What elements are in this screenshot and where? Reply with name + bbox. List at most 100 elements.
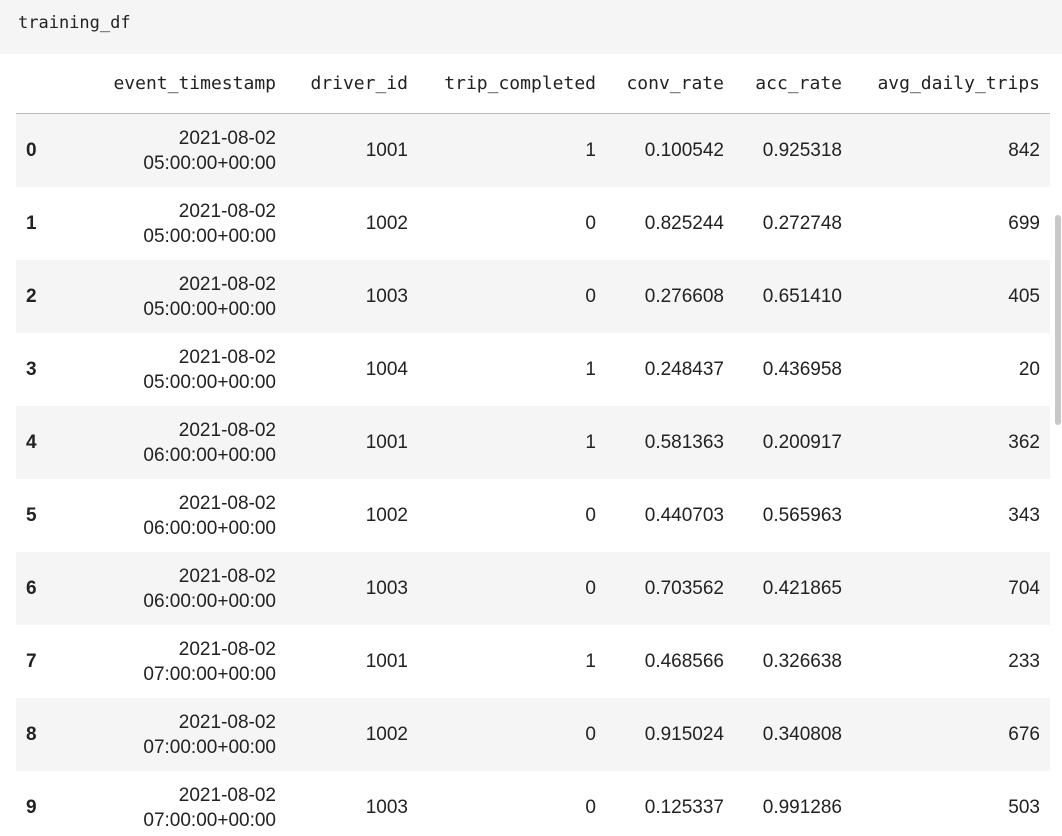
timestamp-date: 2021-08-02 xyxy=(178,565,276,587)
trip-completed-cell: 0 xyxy=(418,260,606,333)
row-index: 2 xyxy=(16,260,78,333)
avg-daily-trips-cell: 842 xyxy=(852,113,1050,187)
conv-rate-cell: 0.276608 xyxy=(606,260,734,333)
avg-daily-trips-cell: 704 xyxy=(852,552,1050,625)
table-row: 7 2021-08-02 07:00:00+00:00 1001 1 0.4685… xyxy=(16,625,1050,698)
timestamp-time: 05:00:00+00:00 xyxy=(143,225,276,247)
row-index: 5 xyxy=(16,479,78,552)
table-row: 2 2021-08-02 05:00:00+00:00 1003 0 0.2766… xyxy=(16,260,1050,333)
event-timestamp-cell: 2021-08-02 07:00:00+00:00 xyxy=(78,771,286,836)
table-row: 0 2021-08-02 05:00:00+00:00 1001 1 0.1005… xyxy=(16,113,1050,187)
acc-rate-cell: 0.991286 xyxy=(734,771,852,836)
table-row: 3 2021-08-02 05:00:00+00:00 1004 1 0.2484… xyxy=(16,333,1050,406)
driver-id-cell: 1002 xyxy=(286,698,418,771)
avg-daily-trips-cell: 503 xyxy=(852,771,1050,836)
event-timestamp-cell: 2021-08-02 07:00:00+00:00 xyxy=(78,698,286,771)
dataframe-output: event_timestamp driver_id trip_completed… xyxy=(16,54,1052,836)
avg-daily-trips-cell: 20 xyxy=(852,333,1050,406)
conv-rate-cell: 0.703562 xyxy=(606,552,734,625)
code-cell-text: training_df xyxy=(18,13,131,33)
driver-id-cell: 1003 xyxy=(286,260,418,333)
driver-id-cell: 1003 xyxy=(286,771,418,836)
acc-rate-cell: 0.421865 xyxy=(734,552,852,625)
acc-rate-cell: 0.340808 xyxy=(734,698,852,771)
timestamp-date: 2021-08-02 xyxy=(178,419,276,441)
trip-completed-cell: 0 xyxy=(418,479,606,552)
dataframe-table: event_timestamp driver_id trip_completed… xyxy=(16,54,1050,836)
row-index: 1 xyxy=(16,187,78,260)
trip-completed-cell: 0 xyxy=(418,698,606,771)
column-header: event_timestamp xyxy=(78,54,286,114)
acc-rate-cell: 0.565963 xyxy=(734,479,852,552)
event-timestamp-cell: 2021-08-02 07:00:00+00:00 xyxy=(78,625,286,698)
table-row: 5 2021-08-02 06:00:00+00:00 1002 0 0.4407… xyxy=(16,479,1050,552)
conv-rate-cell: 0.440703 xyxy=(606,479,734,552)
timestamp-time: 05:00:00+00:00 xyxy=(143,371,276,393)
driver-id-cell: 1004 xyxy=(286,333,418,406)
row-index: 9 xyxy=(16,771,78,836)
timestamp-date: 2021-08-02 xyxy=(178,492,276,514)
driver-id-cell: 1001 xyxy=(286,113,418,187)
timestamp-date: 2021-08-02 xyxy=(178,127,276,149)
driver-id-cell: 1003 xyxy=(286,552,418,625)
row-index: 3 xyxy=(16,333,78,406)
timestamp-time: 07:00:00+00:00 xyxy=(143,736,276,758)
event-timestamp-cell: 2021-08-02 05:00:00+00:00 xyxy=(78,333,286,406)
vertical-scrollbar[interactable] xyxy=(1055,215,1061,425)
timestamp-time: 06:00:00+00:00 xyxy=(143,590,276,612)
acc-rate-cell: 0.272748 xyxy=(734,187,852,260)
timestamp-date: 2021-08-02 xyxy=(178,346,276,368)
acc-rate-cell: 0.436958 xyxy=(734,333,852,406)
avg-daily-trips-cell: 233 xyxy=(852,625,1050,698)
row-index: 0 xyxy=(16,113,78,187)
event-timestamp-cell: 2021-08-02 05:00:00+00:00 xyxy=(78,187,286,260)
column-header: avg_daily_trips xyxy=(852,54,1050,114)
avg-daily-trips-cell: 405 xyxy=(852,260,1050,333)
trip-completed-cell: 1 xyxy=(418,113,606,187)
trip-completed-cell: 0 xyxy=(418,187,606,260)
table-row: 4 2021-08-02 06:00:00+00:00 1001 1 0.5813… xyxy=(16,406,1050,479)
avg-daily-trips-cell: 343 xyxy=(852,479,1050,552)
event-timestamp-cell: 2021-08-02 06:00:00+00:00 xyxy=(78,552,286,625)
timestamp-time: 05:00:00+00:00 xyxy=(143,298,276,320)
column-header: trip_completed xyxy=(418,54,606,114)
timestamp-date: 2021-08-02 xyxy=(178,273,276,295)
timestamp-time: 07:00:00+00:00 xyxy=(143,663,276,685)
acc-rate-cell: 0.925318 xyxy=(734,113,852,187)
column-header: acc_rate xyxy=(734,54,852,114)
row-index: 7 xyxy=(16,625,78,698)
acc-rate-cell: 0.200917 xyxy=(734,406,852,479)
code-cell[interactable]: training_df xyxy=(0,0,1062,54)
conv-rate-cell: 0.125337 xyxy=(606,771,734,836)
driver-id-cell: 1002 xyxy=(286,479,418,552)
timestamp-date: 2021-08-02 xyxy=(178,784,276,806)
timestamp-time: 05:00:00+00:00 xyxy=(143,152,276,174)
trip-completed-cell: 0 xyxy=(418,552,606,625)
conv-rate-cell: 0.248437 xyxy=(606,333,734,406)
table-row: 8 2021-08-02 07:00:00+00:00 1002 0 0.9150… xyxy=(16,698,1050,771)
event-timestamp-cell: 2021-08-02 05:00:00+00:00 xyxy=(78,113,286,187)
driver-id-cell: 1001 xyxy=(286,625,418,698)
timestamp-time: 06:00:00+00:00 xyxy=(143,444,276,466)
row-index: 4 xyxy=(16,406,78,479)
avg-daily-trips-cell: 699 xyxy=(852,187,1050,260)
conv-rate-cell: 0.825244 xyxy=(606,187,734,260)
event-timestamp-cell: 2021-08-02 06:00:00+00:00 xyxy=(78,479,286,552)
trip-completed-cell: 1 xyxy=(418,406,606,479)
table-row: 6 2021-08-02 06:00:00+00:00 1003 0 0.7035… xyxy=(16,552,1050,625)
driver-id-cell: 1002 xyxy=(286,187,418,260)
acc-rate-cell: 0.326638 xyxy=(734,625,852,698)
avg-daily-trips-cell: 676 xyxy=(852,698,1050,771)
conv-rate-cell: 0.915024 xyxy=(606,698,734,771)
acc-rate-cell: 0.651410 xyxy=(734,260,852,333)
column-header: driver_id xyxy=(286,54,418,114)
timestamp-date: 2021-08-02 xyxy=(178,200,276,222)
event-timestamp-cell: 2021-08-02 05:00:00+00:00 xyxy=(78,260,286,333)
driver-id-cell: 1001 xyxy=(286,406,418,479)
table-row: 9 2021-08-02 07:00:00+00:00 1003 0 0.1253… xyxy=(16,771,1050,836)
conv-rate-cell: 0.100542 xyxy=(606,113,734,187)
column-header: conv_rate xyxy=(606,54,734,114)
index-header xyxy=(16,54,78,114)
trip-completed-cell: 0 xyxy=(418,771,606,836)
timestamp-time: 06:00:00+00:00 xyxy=(143,517,276,539)
